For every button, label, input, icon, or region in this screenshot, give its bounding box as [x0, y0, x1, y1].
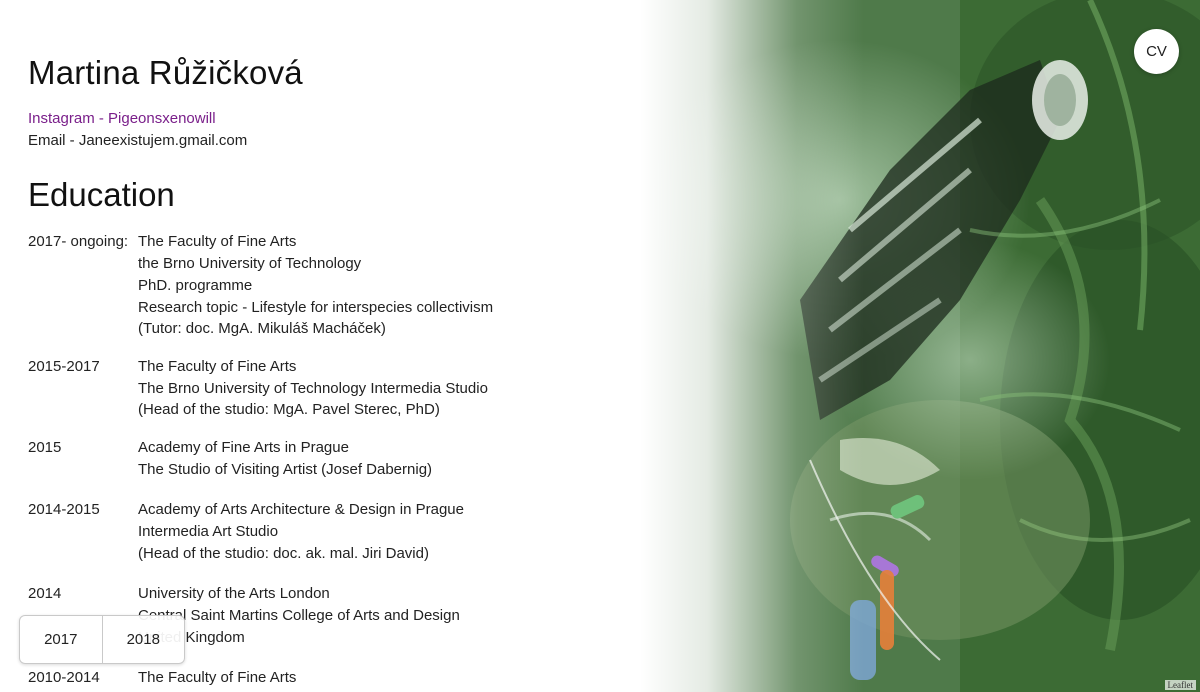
education-line: (Head of the studio: doc. ak. mal. Jiri … — [138, 545, 429, 562]
education-entry: 2014-2015 Academy of Arts Architecture &… — [28, 499, 648, 565]
education-line: PhD. programme — [138, 277, 253, 294]
education-heading: Education — [28, 176, 175, 213]
education-entry: 2015 Academy of Fine Arts in Prague The … — [28, 437, 648, 481]
education-year: 2010-2014 — [28, 669, 100, 686]
education-year: 2017- ongoing: — [28, 233, 129, 250]
person-name: Martina Růžičková — [28, 54, 303, 91]
education-year: 2015-2017 — [28, 358, 100, 375]
artwork-image — [640, 0, 1200, 692]
education-line: Research topic - Lifestyle for interspec… — [138, 299, 494, 316]
education-entry: 2010-2014 The Faculty of Fine Arts — [28, 667, 648, 689]
contact-info: Instagram - Pigeonsxenowill Email - Jane… — [28, 108, 247, 152]
education-line: The Faculty of Fine Arts — [138, 669, 297, 686]
education-line: Academy of Fine Arts in Prague — [138, 439, 349, 456]
education-line: Academy of Arts Architecture & Design in… — [138, 501, 464, 518]
year-option-2017[interactable]: 2017 — [20, 616, 102, 663]
education-line: United Kingdom — [138, 629, 245, 646]
cv-content: Martina Růžičková Instagram - Pigeonsxen… — [28, 0, 668, 692]
education-line: the Brno University of Technology — [138, 255, 362, 272]
education-year: 2014-2015 — [28, 501, 100, 518]
education-line: Central Saint Martins College of Arts an… — [138, 607, 460, 624]
education-entry: 2015-2017 The Faculty of Fine Arts The B… — [28, 356, 648, 419]
education-line: The Faculty of Fine Arts — [138, 233, 297, 250]
education-line: (Head of the studio: MgA. Pavel Sterec, … — [138, 401, 440, 418]
education-line: University of the Arts London — [138, 585, 330, 602]
education-line: The Brno University of Technology Interm… — [138, 380, 488, 397]
email-text: Email - Janeexistujem.gmail.com — [28, 132, 248, 149]
education-line: Intermedia Art Studio — [138, 523, 279, 540]
map-attribution[interactable]: Leaflet — [1164, 680, 1196, 690]
education-year: 2015 — [28, 439, 62, 456]
education-line: The Studio of Visiting Artist (Josef Dab… — [138, 461, 433, 478]
cv-button[interactable]: CV — [1134, 29, 1179, 74]
year-selector: 2017 2018 — [19, 615, 185, 664]
year-option-2018[interactable]: 2018 — [101, 616, 185, 663]
instagram-link[interactable]: Instagram - Pigeonsxenowill — [28, 108, 247, 130]
education-entry: 2017- ongoing: The Faculty of Fine Arts … — [28, 231, 648, 338]
education-line: The Faculty of Fine Arts — [138, 358, 297, 375]
education-line: (Tutor: doc. MgA. Mikuláš Macháček) — [138, 320, 386, 337]
